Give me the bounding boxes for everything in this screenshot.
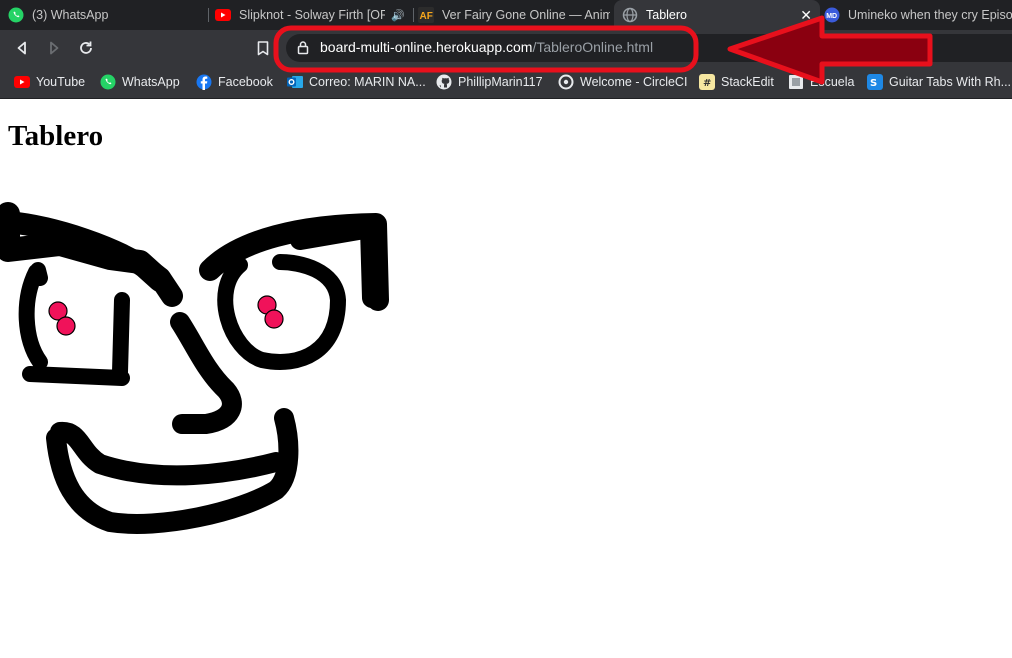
tab-strip: (3) WhatsApp Slipknot - Solway Firth [OF…	[0, 0, 1012, 30]
right-pupil-dot	[264, 309, 284, 329]
bookmark-label: StackEdit	[721, 75, 774, 89]
svg-text:S: S	[870, 78, 877, 89]
umineko-icon: MD	[824, 7, 840, 23]
bookmark-label: Correo: MARIN NA...	[309, 75, 426, 89]
tab-title: Ver Fairy Gone Online — AnimeFLV	[442, 8, 610, 22]
tab-animeflv[interactable]: AF Ver Fairy Gone Online — AnimeFLV	[418, 0, 610, 30]
browser-toolbar: board-multi-online.herokuapp.com/Tablero…	[0, 30, 1012, 66]
drawing-board-canvas[interactable]	[0, 180, 400, 540]
svg-text:MD: MD	[826, 13, 837, 20]
bookmark-youtube[interactable]: YouTube	[14, 73, 85, 91]
bookmark-label: WhatsApp	[122, 75, 180, 89]
tab-title: Tablero	[646, 8, 687, 22]
bookmark-label: Escuela	[810, 75, 855, 89]
outlook-icon	[287, 74, 303, 90]
right-eye-outline	[217, 254, 346, 370]
tab-slipknot[interactable]: Slipknot - Solway Firth [OFFICIAL VIDEO]…	[215, 0, 410, 30]
tab-umineko[interactable]: MD Umineko when they cry Episode	[824, 0, 1012, 30]
svg-text:AF: AF	[420, 11, 433, 22]
bookmark-label: Guitar Tabs With Rh...	[889, 75, 1012, 89]
bookmark-facebook[interactable]: Facebook	[196, 73, 273, 91]
audio-playing-icon[interactable]: 🔊	[391, 9, 405, 22]
address-bar[interactable]: board-multi-online.herokuapp.com/Tablero…	[286, 34, 1012, 62]
forward-arrow-icon	[50, 41, 59, 55]
youtube-icon	[215, 7, 231, 23]
whatsapp-icon	[100, 74, 116, 90]
bookmark-label: Welcome - CircleCI	[580, 75, 688, 89]
youtube-icon	[14, 74, 30, 90]
bookmark-circleci[interactable]: Welcome - CircleCI	[558, 73, 687, 91]
bookmark-stackedit[interactable]: # StackEdit	[699, 73, 774, 91]
tab-separator	[208, 8, 209, 22]
guitar-tabs-icon: S	[867, 74, 883, 90]
page-title: Tablero	[8, 120, 104, 152]
url-text: board-multi-online.herokuapp.com/Tablero…	[320, 39, 653, 55]
close-tab-icon[interactable]: ✕	[800, 7, 812, 23]
bookmark-correo[interactable]: Correo: MARIN NA...	[287, 73, 426, 91]
back-arrow-icon	[17, 41, 26, 55]
circleci-icon	[558, 74, 574, 90]
tab-title: Umineko when they cry Episode	[848, 8, 1012, 22]
globe-icon	[622, 7, 638, 23]
reload-button[interactable]	[75, 37, 97, 59]
nose-stroke	[170, 312, 242, 434]
url-host: board-multi-online.herokuapp.com	[320, 39, 533, 55]
bookmark-label: PhillipMarin117	[458, 75, 543, 89]
reload-icon	[80, 41, 92, 54]
tab-whatsapp[interactable]: (3) WhatsApp	[8, 0, 203, 30]
stackedit-icon: #	[699, 74, 715, 90]
github-icon	[436, 74, 452, 90]
bookmark-whatsapp[interactable]: WhatsApp	[100, 73, 180, 91]
folder-icon	[788, 74, 804, 90]
url-path: /TableroOnline.html	[532, 39, 654, 55]
left-pupil-dot	[56, 316, 76, 336]
bookmark-escuela[interactable]: Escuela	[788, 73, 854, 91]
back-button[interactable]	[11, 37, 33, 59]
bookmark-guitar-tabs[interactable]: S Guitar Tabs With Rh...	[867, 73, 1011, 91]
forward-button[interactable]	[43, 37, 65, 59]
whatsapp-icon	[8, 7, 24, 23]
tab-tablero[interactable]: Tablero ✕	[614, 0, 820, 30]
bookmarks-bar: YouTube WhatsApp Facebook Correo: MARIN …	[0, 66, 1012, 99]
mouth-stroke	[46, 408, 299, 534]
bookmark-page-button[interactable]	[252, 37, 274, 59]
bookmark-label: YouTube	[36, 75, 86, 89]
lock-icon[interactable]	[297, 40, 309, 59]
facebook-icon	[196, 74, 212, 90]
bookmark-icon	[257, 40, 269, 55]
bookmark-label: Facebook	[218, 75, 273, 89]
tab-separator	[413, 8, 414, 22]
svg-text:#: #	[703, 78, 711, 89]
animeflv-icon: AF	[418, 7, 434, 23]
tab-title: (3) WhatsApp	[32, 8, 109, 22]
tab-title: Slipknot - Solway Firth [OFFICIAL VIDEO]	[239, 8, 385, 22]
bookmark-github[interactable]: PhillipMarin117	[436, 73, 543, 91]
